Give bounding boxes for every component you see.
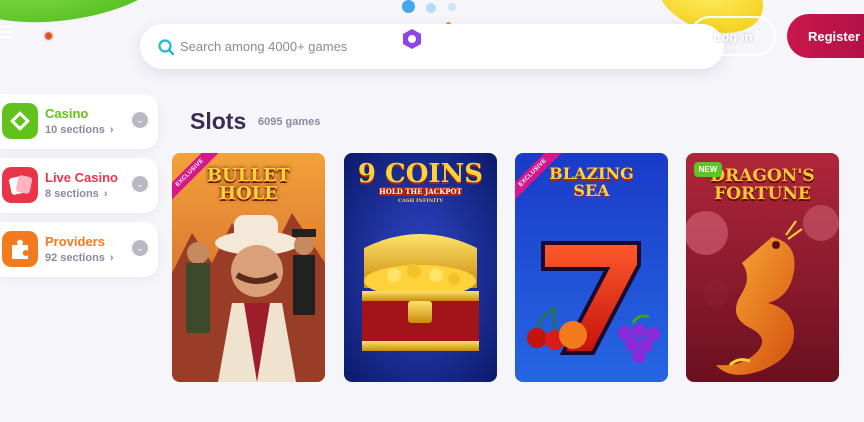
live-casino-icon (2, 167, 38, 203)
deco-dot (426, 3, 436, 13)
sidebar-item-sub: 8 sections › (45, 188, 108, 200)
sidebar-item-sub: 92 sections › (45, 252, 114, 264)
deco-dot (402, 0, 415, 13)
game-card-blazing-sea[interactable]: BLAZING SEA EXCLUSIVE (515, 153, 668, 382)
game-card-dragons-fortune[interactable]: DRAGON'S FORTUNE NEW (686, 153, 839, 382)
providers-icon (2, 231, 38, 267)
site-logo[interactable]: ✺ (44, 30, 56, 43)
hexagon-icon (403, 29, 421, 49)
deco-dot (448, 3, 456, 11)
search-bar[interactable] (140, 24, 724, 69)
search-input[interactable] (180, 24, 540, 69)
sidebar-item-label: Providers (45, 234, 105, 249)
chevron-down-icon[interactable]: ⌄ (132, 112, 148, 128)
register-button[interactable]: Register (787, 14, 864, 58)
menu-icon[interactable] (0, 26, 12, 40)
game-tag: CASH INFINITY (398, 198, 443, 204)
sidebar-item-live-casino[interactable]: Live Casino 8 sections › ⌄ (0, 158, 158, 213)
casino-icon (2, 103, 38, 139)
chevron-down-icon[interactable]: ⌄ (132, 176, 148, 192)
sidebar-item-casino[interactable]: Casino 10 sections › ⌄ (0, 94, 158, 149)
game-subtitle: HOLD THE JACKPOT (379, 187, 462, 196)
section-count: 6095 games (258, 116, 321, 128)
search-icon (158, 39, 175, 56)
sidebar-item-label: Casino (45, 106, 89, 121)
new-badge: NEW (694, 162, 722, 177)
sidebar-item-providers[interactable]: Providers 92 sections › ⌄ (0, 222, 158, 277)
game-card-9-coins[interactable]: 9 COINS HOLD THE JACKPOT CASH INFINITY (344, 153, 497, 382)
game-card-bullet-hole[interactable]: BULLET HOLE EXCLUSIVE (172, 153, 325, 382)
login-button[interactable]: Log in (690, 16, 776, 56)
chevron-down-icon[interactable]: ⌄ (132, 240, 148, 256)
section-title: Slots (190, 108, 247, 134)
game-title: 9 COINS (357, 159, 484, 189)
sidebar-item-sub: 10 sections › (45, 124, 114, 136)
sidebar-item-label: Live Casino (45, 170, 118, 185)
